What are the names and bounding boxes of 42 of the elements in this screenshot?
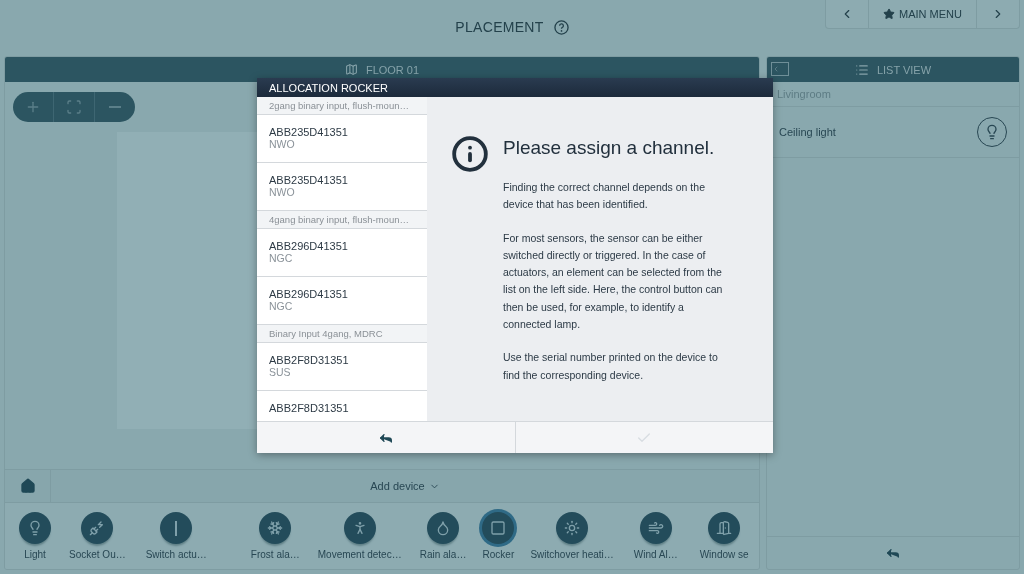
device-type-button[interactable]: Window se (699, 512, 749, 560)
device-type-button[interactable]: Wind Al… (633, 512, 678, 560)
group-header: Binary Input 4gang, MDRC (257, 325, 427, 343)
group-header: 4gang binary input, flush-moun… (257, 211, 427, 229)
device-type-button[interactable]: Rain ala… (419, 512, 467, 560)
snowflake-icon (267, 520, 284, 536)
info-paragraph: Finding the correct channel depends on the device that has been identified. (503, 180, 706, 213)
minus-icon (109, 106, 121, 108)
collapse-icon[interactable] (771, 62, 789, 76)
device-item[interactable]: ABB2F8D31351 SUS (257, 343, 427, 391)
device-type-button[interactable]: Switch actu… (145, 512, 207, 560)
sun-icon (564, 520, 581, 536)
info-paragraph: For most sensors, the sensor can be either switched directly or triggered. In the case of actuators, an element can be selected from the list on the left side. Here, the control button can then be used, for example, to identify a connected lamp. (503, 230, 724, 333)
floor-plan-icon (344, 63, 358, 76)
plug-icon (89, 520, 106, 536)
device-type-button[interactable]: Switchover heati… (530, 512, 614, 560)
square-icon (490, 520, 507, 536)
house-icon (19, 478, 36, 494)
device-type-button[interactable]: Frost ala… (250, 512, 300, 560)
panel-title: FLOOR 01 (365, 63, 420, 76)
add-device-button[interactable]: Add device (51, 470, 759, 502)
help-icon[interactable] (553, 19, 569, 35)
group-header: 2gang binary input, flush-moun… (257, 97, 427, 115)
wind-icon (647, 520, 664, 536)
info-paragraph: Use the serial number printed on the device to find the corresponding device. (503, 350, 719, 383)
list-icon (854, 62, 869, 77)
device-item[interactable]: ABB296D41351 NGC (257, 229, 427, 277)
fit-icon (66, 99, 82, 115)
plus-icon (25, 99, 41, 115)
dialog-title: ALLOCATION ROCKER (257, 78, 773, 97)
switch-icon (175, 520, 178, 536)
info-icon (451, 135, 489, 173)
device-item[interactable]: ABB235D41351 NWO (257, 115, 427, 163)
item-label: Ceiling light (779, 126, 836, 138)
star-icon (883, 8, 896, 20)
dialog-heading: Please assign a channel. (503, 137, 716, 159)
panel-title: LIST VIEW (876, 63, 932, 76)
lightbulb-icon (27, 520, 43, 536)
door-icon (716, 520, 733, 536)
device-type-button[interactable]: Movement detec… (317, 512, 402, 560)
page-title: PLACEMENT (455, 19, 544, 35)
device-type-button[interactable]: Socket Ou… (69, 512, 126, 560)
